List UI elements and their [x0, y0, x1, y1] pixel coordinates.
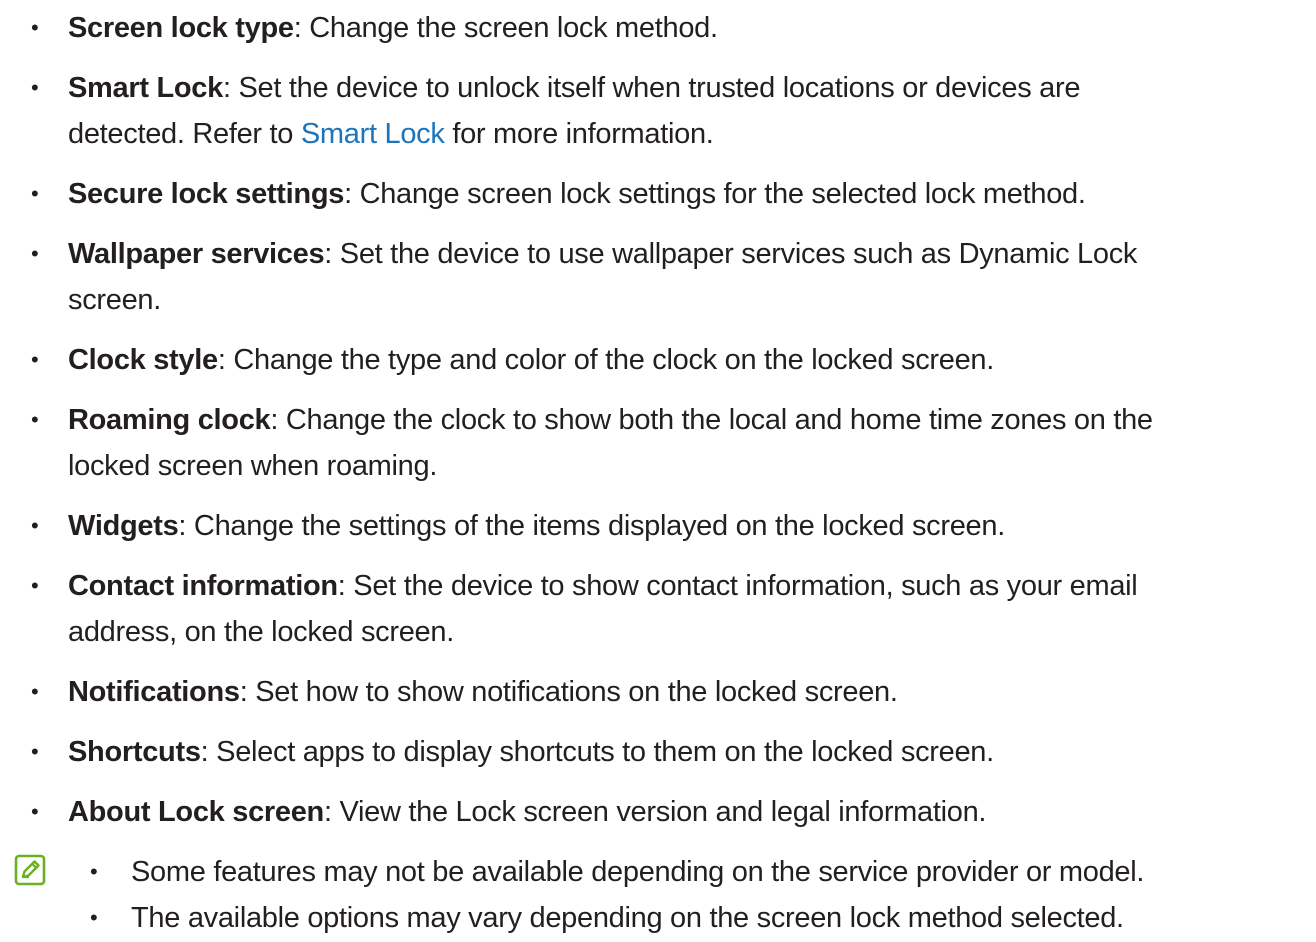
item-term: Notifications — [68, 676, 240, 708]
bullet: • — [31, 75, 39, 100]
bullet: • — [31, 739, 39, 764]
item-description-continued: address, on the locked screen. — [68, 616, 454, 648]
item-term: Smart Lock — [68, 72, 223, 104]
list-item-wallpaper-services: • Wallpaper services: Set the device to … — [31, 233, 1308, 275]
note-item: • The available options may vary dependi… — [90, 897, 1124, 939]
item-term: About Lock screen — [68, 796, 324, 828]
list-item-contact-information-continued: address, on the locked screen. — [68, 611, 1308, 653]
list-item-screen-lock-type: • Screen lock type: Change the screen lo… — [31, 7, 1308, 49]
list-item-clock-style: • Clock style: Change the type and color… — [31, 339, 1308, 381]
document-page: • Screen lock type: Change the screen lo… — [0, 0, 1316, 942]
bullet: • — [31, 573, 39, 598]
smart-lock-link[interactable]: Smart Lock — [301, 118, 445, 150]
note-item: • Some features may not be available dep… — [90, 851, 1145, 893]
list-item-notifications: • Notifications: Set how to show notific… — [31, 671, 1308, 713]
item-description: : Select apps to display shortcuts to th… — [200, 736, 995, 768]
bullet: • — [31, 15, 39, 40]
item-description: : Set how to show notifications on the l… — [239, 676, 898, 708]
list-item-roaming-clock: • Roaming clock: Change the clock to sho… — [31, 399, 1308, 441]
item-term: Roaming clock — [68, 404, 271, 436]
item-description: : Change the settings of the items displ… — [178, 510, 1005, 542]
list-item-wallpaper-services-continued: screen. — [68, 279, 1308, 321]
list-item-shortcuts: • Shortcuts: Select apps to display shor… — [31, 731, 1308, 773]
item-description: : Change screen lock settings for the se… — [344, 178, 1086, 210]
note-pencil-icon — [14, 854, 46, 886]
item-description: : Set the device to unlock itself when t… — [222, 72, 1081, 104]
item-term: Secure lock settings — [68, 178, 345, 210]
bullet: • — [90, 905, 98, 930]
item-term: Clock style — [68, 344, 218, 376]
item-description: : Set the device to show contact informa… — [337, 570, 1138, 602]
list-item-widgets: • Widgets: Change the settings of the it… — [31, 505, 1308, 547]
item-description-continued: detected. Refer to — [68, 118, 301, 150]
bullet: • — [31, 241, 39, 266]
item-description: : View the Lock screen version and legal… — [323, 796, 987, 828]
bullet: • — [31, 181, 39, 206]
item-description: : Set the device to use wallpaper servic… — [324, 238, 1138, 270]
item-description-tail: for more information. — [444, 118, 714, 150]
list-item-secure-lock-settings: • Secure lock settings: Change screen lo… — [31, 173, 1308, 215]
item-term: Wallpaper services — [68, 238, 325, 270]
item-term: Screen lock type — [68, 12, 294, 44]
item-description-continued: locked screen when roaming. — [68, 450, 438, 482]
item-description: : Change the screen lock method. — [293, 12, 718, 44]
bullet: • — [31, 513, 39, 538]
bullet: • — [31, 407, 39, 432]
item-description-continued: screen. — [68, 284, 161, 316]
list-item-contact-information: • Contact information: Set the device to… — [31, 565, 1308, 607]
item-description: : Change the type and color of the clock… — [217, 344, 994, 376]
bullet: • — [90, 859, 98, 884]
list-item-roaming-clock-continued: locked screen when roaming. — [68, 445, 1308, 487]
item-term: Shortcuts — [68, 736, 201, 768]
list-item-smart-lock-continued: detected. Refer to Smart Lock for more i… — [68, 113, 1308, 155]
bullet: • — [31, 347, 39, 372]
list-item-about-lock-screen: • About Lock screen: View the Lock scree… — [31, 791, 1308, 833]
note-text: Some features may not be available depen… — [131, 856, 1145, 888]
bullet: • — [31, 799, 39, 824]
item-description: : Change the clock to show both the loca… — [270, 404, 1153, 436]
bullet: • — [31, 679, 39, 704]
item-term: Contact information — [68, 570, 338, 602]
list-item-smart-lock: • Smart Lock: Set the device to unlock i… — [31, 67, 1308, 109]
note-text: The available options may vary depending… — [131, 902, 1124, 934]
item-term: Widgets — [68, 510, 179, 542]
